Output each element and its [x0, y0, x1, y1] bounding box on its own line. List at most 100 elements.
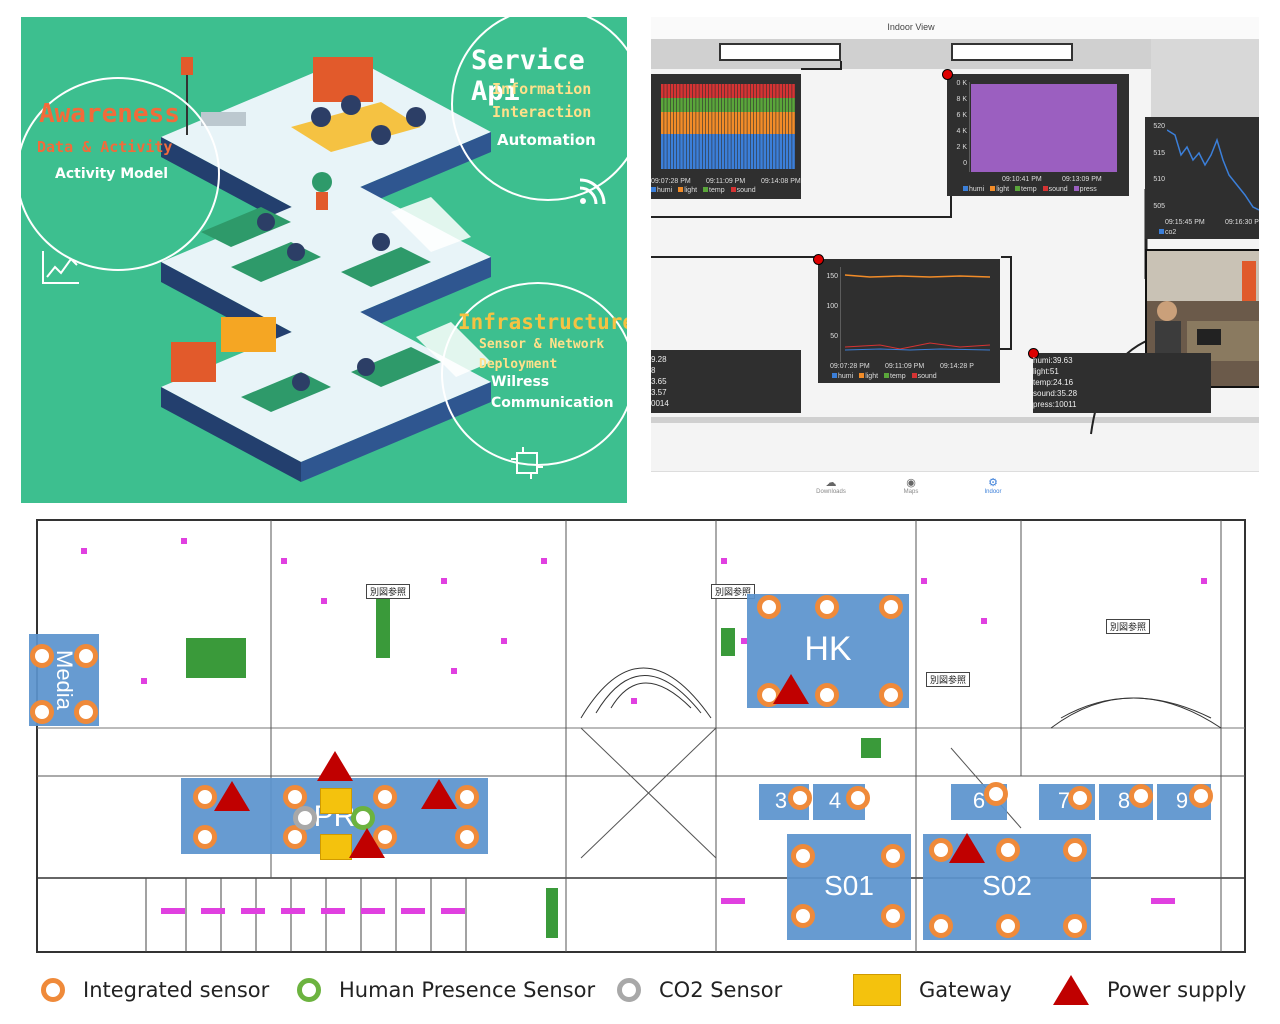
- y-tick-label: 0 K: [956, 80, 967, 87]
- integrated-sensor[interactable]: [791, 844, 815, 868]
- integrated-sensor[interactable]: [455, 825, 479, 849]
- nav-maps-label: Maps: [903, 489, 919, 495]
- power-supply[interactable]: [421, 779, 457, 809]
- stacked-bar-segment: [705, 84, 709, 98]
- window-title: Indoor View: [887, 22, 935, 32]
- stacked-bar-segment: [769, 98, 773, 112]
- y-tick-label: 4 K: [956, 128, 967, 135]
- stacked-bar-segment: [750, 98, 754, 112]
- integrated-sensor[interactable]: [455, 785, 479, 809]
- stacked-bar-segment: [744, 112, 747, 134]
- integrated-sensor[interactable]: [815, 595, 839, 619]
- stacked-bar-segment: [709, 134, 712, 169]
- integrated-sensor[interactable]: [30, 700, 54, 724]
- awareness-line2: Activity Model: [55, 166, 169, 182]
- power-supply[interactable]: [773, 674, 809, 704]
- integrated-sensor-icon: [41, 978, 65, 1002]
- stacked-bar-segment: [789, 84, 792, 98]
- integrated-sensor[interactable]: [1129, 784, 1153, 808]
- awareness-line1: Data & Activity: [37, 138, 173, 156]
- plan-tag-4: 別図参照: [926, 672, 971, 687]
- integrated-sensor[interactable]: [791, 904, 815, 928]
- y-tick-label: 515: [1153, 149, 1165, 157]
- integrated-sensor[interactable]: [74, 700, 98, 724]
- infrastructure-line2: Deployment: [479, 357, 558, 372]
- stacked-bar-segment: [747, 112, 750, 134]
- gateway[interactable]: [320, 788, 352, 814]
- human-presence-sensor[interactable]: [351, 806, 375, 830]
- reading-line: humi:39.63: [1033, 356, 1073, 365]
- stacked-bar-segment: [728, 134, 731, 169]
- stacked-bar-segment: [741, 134, 744, 169]
- integrated-sensor[interactable]: [1063, 914, 1087, 938]
- legend-power-supply-label: Power supply: [1107, 978, 1247, 1002]
- service-line1: Information: [492, 80, 592, 98]
- compass-icon: ◉: [906, 477, 916, 489]
- chart2-anchor-dot: [942, 69, 953, 80]
- co2-sensor[interactable]: [293, 806, 317, 830]
- legend-item: temp: [1015, 186, 1037, 193]
- stacked-bar-segment: [696, 134, 699, 169]
- legend-item: sound: [730, 187, 756, 194]
- legend-integrated-sensor-label: Integrated sensor: [83, 978, 270, 1002]
- integrated-sensor[interactable]: [74, 644, 98, 668]
- integrated-sensor[interactable]: [1063, 838, 1087, 862]
- stacked-bar-segment: [741, 112, 744, 134]
- integrated-sensor[interactable]: [373, 785, 397, 809]
- stacked-bar-segment: [686, 84, 690, 98]
- nav-indoor[interactable]: ⚙ Indoor: [973, 476, 1013, 495]
- stacked-bar-segment: [747, 84, 750, 98]
- nav-maps[interactable]: ◉ Maps: [891, 476, 931, 495]
- power-supply[interactable]: [214, 781, 250, 811]
- integrated-sensor[interactable]: [30, 644, 54, 668]
- integrated-sensor[interactable]: [996, 838, 1020, 862]
- integrated-sensor[interactable]: [881, 904, 905, 928]
- stacked-bar-segment: [776, 112, 779, 134]
- integrated-sensor[interactable]: [1068, 786, 1092, 810]
- stacked-bar-segment: [734, 98, 738, 112]
- stacked-bar-segment: [715, 134, 718, 169]
- integrated-sensor[interactable]: [929, 914, 953, 938]
- integrated-sensor[interactable]: [815, 683, 839, 707]
- legend-swatch: [884, 373, 890, 378]
- stacked-bar-segment: [699, 98, 702, 112]
- stacked-bar-segment: [731, 98, 734, 112]
- legend-swatch: [1015, 186, 1021, 191]
- gateway[interactable]: [320, 834, 352, 860]
- power-supply[interactable]: [949, 833, 985, 863]
- stacked-bar-segment: [753, 98, 757, 112]
- stacked-bar-segment: [773, 84, 776, 98]
- stacked-bar-segment: [712, 98, 715, 112]
- stacked-bar-segment: [769, 112, 773, 134]
- integrated-sensor[interactable]: [1189, 784, 1213, 808]
- stacked-bar-segment: [760, 84, 763, 98]
- power-supply[interactable]: [349, 828, 385, 858]
- partial-readings-panel: 9.28 8 3.65 3.57 0014: [651, 350, 801, 413]
- stacked-bar-segment: [718, 112, 722, 134]
- stacked-bar-segment: [715, 112, 718, 134]
- stacked-bar-segment: [789, 112, 792, 134]
- stacked-bar-segment: [670, 134, 674, 169]
- integrated-sensor[interactable]: [984, 782, 1008, 806]
- stacked-bar-segment: [670, 112, 674, 134]
- integrated-sensor[interactable]: [788, 786, 812, 810]
- stacked-bar-segment: [670, 98, 674, 112]
- integrated-sensor[interactable]: [846, 786, 870, 810]
- x-tick-label: 09:15:45 PM: [1165, 219, 1205, 226]
- integrated-sensor[interactable]: [879, 683, 903, 707]
- stacked-bar-segment: [737, 134, 741, 169]
- infrastructure-line1: Sensor & Network: [479, 337, 605, 352]
- circuit-icon: [511, 447, 543, 479]
- integrated-sensor[interactable]: [193, 825, 217, 849]
- legend-swatch: [1042, 186, 1048, 191]
- stacked-bar-segment: [792, 84, 795, 98]
- integrated-sensor[interactable]: [879, 595, 903, 619]
- power-supply[interactable]: [317, 751, 353, 781]
- integrated-sensor[interactable]: [757, 595, 781, 619]
- integrated-sensor[interactable]: [881, 844, 905, 868]
- integrated-sensor[interactable]: [996, 914, 1020, 938]
- legend-item: sound: [1042, 186, 1068, 193]
- stacked-bar-segment: [705, 112, 709, 134]
- nav-downloads[interactable]: ☁ Downloads: [811, 476, 851, 495]
- stacked-bar-segment: [696, 84, 699, 98]
